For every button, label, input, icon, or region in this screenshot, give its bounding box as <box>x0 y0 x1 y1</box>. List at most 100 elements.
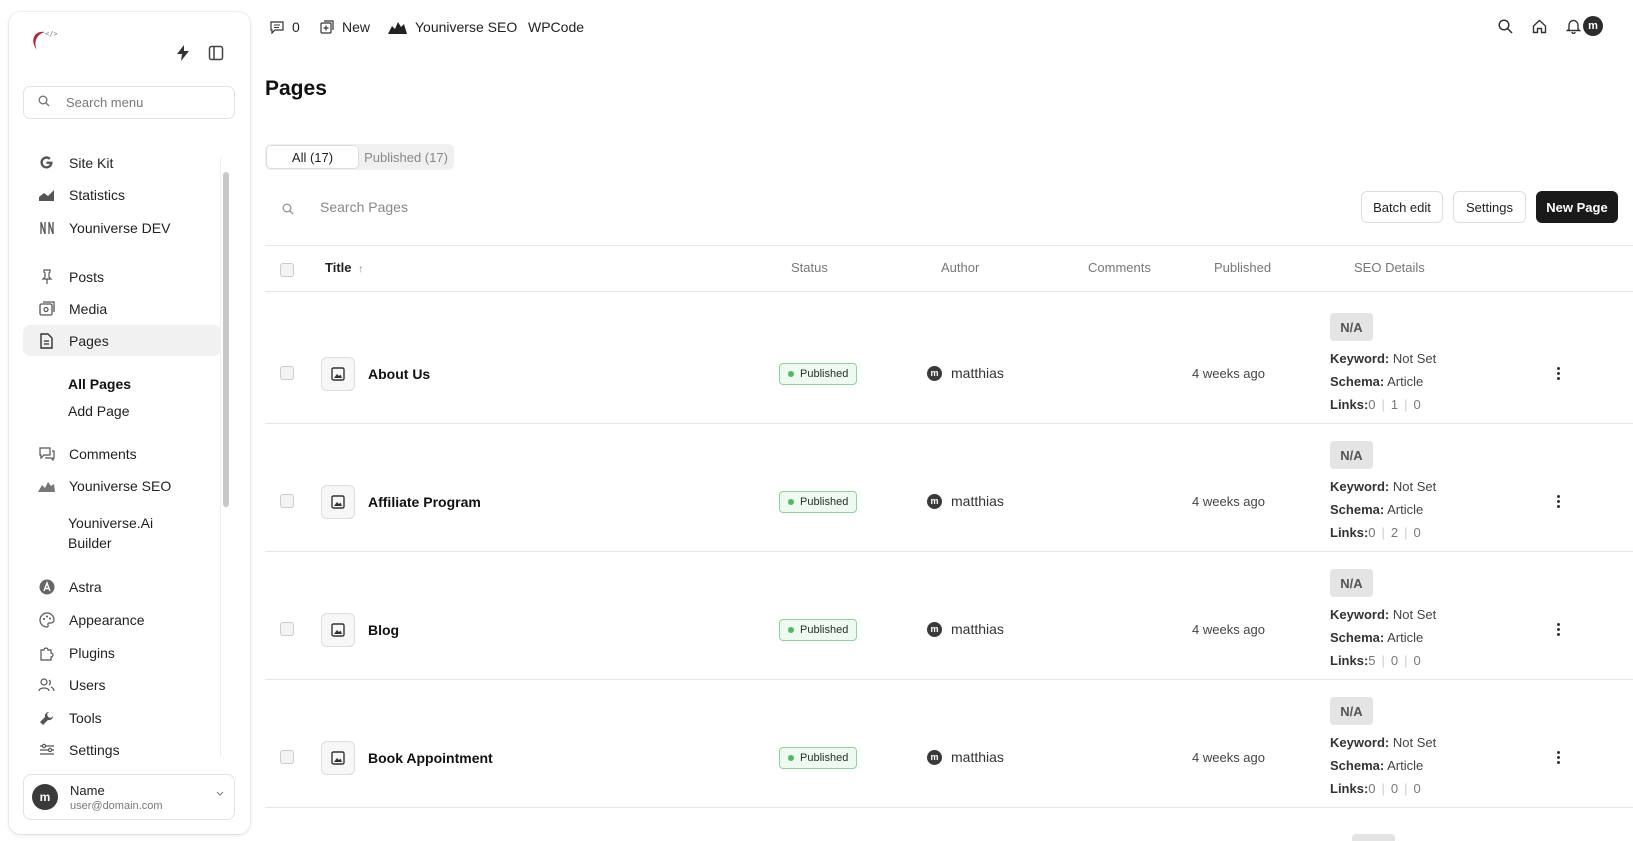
sidebar-item-label-2: Builder <box>68 535 112 551</box>
sidebar-item-tools[interactable]: Tools <box>23 702 221 733</box>
author-name: matthias <box>951 493 1004 509</box>
author[interactable]: m matthias <box>927 621 1004 637</box>
sidebar-item-posts[interactable]: Posts <box>23 261 221 292</box>
sidebar-item-users[interactable]: Users <box>23 669 221 700</box>
sidebar-search[interactable] <box>23 86 235 119</box>
links-incoming: 0 <box>1413 525 1421 540</box>
topbar-wpcode[interactable]: WPCode <box>528 17 584 37</box>
sidebar-item-media[interactable]: Media <box>23 293 221 324</box>
column-header-author[interactable]: Author <box>941 260 979 275</box>
sidebar-item-statistics[interactable]: Statistics <box>23 179 221 210</box>
page-title-link[interactable]: About Us <box>368 366 430 382</box>
seo-score-badge: N/A <box>1330 697 1373 725</box>
sidebar-item-plugins[interactable]: Plugins <box>23 637 221 668</box>
bell-icon[interactable] <box>1563 16 1583 36</box>
add-new-icon <box>320 20 334 34</box>
search-icon[interactable] <box>1495 16 1515 36</box>
links-label: Links: <box>1330 653 1369 668</box>
column-header-seo-details[interactable]: SEO Details <box>1354 260 1425 275</box>
links-incoming: 0 <box>1413 397 1421 412</box>
sidebar-subitem-add-page[interactable]: Add Page <box>68 403 130 419</box>
new-label: New <box>342 19 371 35</box>
keyword-value: Not Set <box>1392 351 1437 366</box>
row-checkbox[interactable] <box>280 366 294 380</box>
sidebar-item-site-kit[interactable]: Site Kit <box>23 147 221 178</box>
user-account-menu[interactable]: m Name user@domain.com <box>23 774 235 820</box>
row-checkbox[interactable] <box>280 750 294 764</box>
tab-published[interactable]: Published (17) <box>359 145 453 169</box>
column-title-label: Title <box>325 260 352 275</box>
media-icon <box>38 300 55 317</box>
links-internal: 0 <box>1368 525 1376 540</box>
sidebar-item-label: Posts <box>69 268 105 285</box>
status-badge: Published <box>779 363 858 385</box>
more-options-icon[interactable] <box>1552 619 1564 639</box>
links-label: Links: <box>1330 397 1369 412</box>
more-options-icon[interactable] <box>1552 363 1564 383</box>
sidebar-item-astra[interactable]: Astra <box>23 571 221 602</box>
column-header-published[interactable]: Published <box>1214 260 1271 275</box>
sidebar-item-youniverse-ai-builder[interactable]: Youniverse.Ai Builder <box>68 513 153 553</box>
links-external: 0 <box>1390 781 1399 796</box>
column-header-title[interactable]: Title ↑ <box>325 260 363 275</box>
author[interactable]: m matthias <box>927 749 1004 765</box>
sidebar-item-youniverse-seo[interactable]: Youniverse SEO <box>23 470 221 501</box>
new-page-button[interactable]: New Page <box>1536 191 1618 223</box>
page-title-link[interactable]: Blog <box>368 622 399 638</box>
search-pages-input[interactable] <box>320 199 620 215</box>
schema-value: Article <box>1387 374 1424 389</box>
author-name: matthias <box>951 749 1004 765</box>
sidebar-subitem-all-pages[interactable]: All Pages <box>68 376 131 392</box>
page-title-link[interactable]: Affiliate Program <box>368 494 481 510</box>
lightning-icon[interactable] <box>172 42 194 64</box>
sidebar-search-input[interactable] <box>66 95 216 110</box>
sidebar: </> Site Kit Statistics Youniverse DEV P… <box>9 12 250 834</box>
topbar-new[interactable]: New <box>320 17 370 37</box>
site-logo[interactable]: </> <box>25 26 61 58</box>
row-checkbox[interactable] <box>280 494 294 508</box>
wrench-icon <box>38 709 55 726</box>
sidebar-toggle-icon[interactable] <box>205 42 227 64</box>
tab-all[interactable]: All (17) <box>266 145 359 169</box>
sidebar-item-label: Plugins <box>69 644 115 661</box>
sidebar-item-comments[interactable]: Comments <box>23 438 221 469</box>
avatar[interactable]: m <box>1583 16 1603 36</box>
topbar-comments[interactable]: 0 <box>270 17 300 37</box>
select-all-checkbox[interactable] <box>280 263 294 277</box>
topbar-youniverse-seo[interactable]: Youniverse SEO <box>388 17 517 37</box>
settings-icon <box>38 741 55 758</box>
sidebar-item-appearance[interactable]: Appearance <box>23 604 221 635</box>
author[interactable]: m matthias <box>927 365 1004 381</box>
seo-icon <box>388 20 407 34</box>
table-row: Blog Published m matthias 4 weeks ago N/A… <box>265 553 1633 680</box>
column-header-comments[interactable]: Comments <box>1088 260 1151 275</box>
links-internal: 0 <box>1368 781 1376 796</box>
avatar: m <box>927 621 942 637</box>
avatar: m <box>32 784 58 810</box>
sidebar-item-label: Youniverse DEV <box>69 219 171 236</box>
row-checkbox[interactable] <box>280 622 294 636</box>
sidebar-item-pages[interactable]: Pages <box>23 325 221 356</box>
more-options-icon[interactable] <box>1552 491 1564 511</box>
keyword-label: Keyword: <box>1330 607 1390 622</box>
sidebar-item-label: Astra <box>69 578 102 595</box>
image-placeholder-icon <box>321 357 355 391</box>
column-header-status[interactable]: Status <box>791 260 828 275</box>
divider <box>265 291 1633 292</box>
seo-keyword: Keyword: Not Set <box>1330 351 1436 366</box>
schema-value: Article <box>1387 502 1424 517</box>
status-badge: Published <box>779 619 858 641</box>
author[interactable]: m matthias <box>927 493 1004 509</box>
sidebar-item-youniverse-dev[interactable]: Youniverse DEV <box>23 212 221 243</box>
more-options-icon[interactable] <box>1552 747 1564 767</box>
settings-button[interactable]: Settings <box>1453 191 1526 223</box>
sidebar-item-label: Youniverse SEO <box>69 477 172 494</box>
page-title-link[interactable]: Book Appointment <box>368 750 493 766</box>
schema-value: Article <box>1387 630 1424 645</box>
seo-score-badge: N/A <box>1330 569 1373 597</box>
batch-edit-button[interactable]: Batch edit <box>1361 191 1443 223</box>
home-icon[interactable] <box>1529 16 1549 36</box>
links-internal: 0 <box>1368 397 1376 412</box>
sidebar-scrollbar[interactable] <box>223 172 229 507</box>
sidebar-item-settings[interactable]: Settings <box>23 734 221 765</box>
